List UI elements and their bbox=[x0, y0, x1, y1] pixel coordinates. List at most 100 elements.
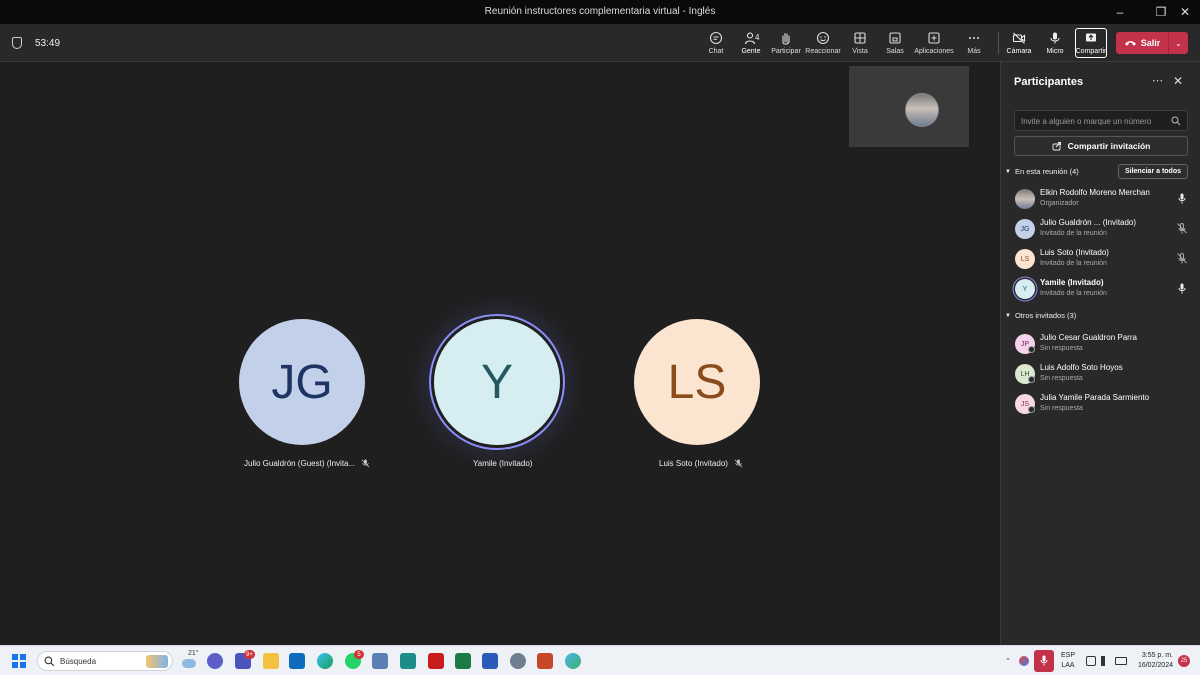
close-icon[interactable]: ✕ bbox=[1173, 74, 1183, 88]
invitee-status: Sin respuesta bbox=[1040, 345, 1083, 352]
rooms-button[interactable]: Salas bbox=[875, 27, 915, 59]
language-indicator[interactable]: ESP LAA bbox=[1060, 651, 1076, 671]
view-button[interactable]: Vista bbox=[840, 27, 880, 59]
close-window-button[interactable]: ✕ bbox=[1165, 0, 1200, 24]
invite-input[interactable] bbox=[1021, 114, 1169, 128]
emoji-icon bbox=[816, 31, 830, 45]
tile-initials: Y bbox=[480, 355, 513, 409]
participant-name: Julio Gualdrón ... (Invitado) bbox=[1040, 218, 1137, 227]
participant-name: Yamile (Invitado) bbox=[1040, 278, 1104, 287]
share-screen-icon bbox=[1086, 33, 1096, 42]
meeting-timer: 53:49 bbox=[35, 38, 61, 49]
word-icon[interactable] bbox=[482, 653, 498, 669]
participant-row[interactable]: LS Luis Soto (Invitado) Invitado de la r… bbox=[1013, 245, 1193, 273]
more-options-icon[interactable]: ⋯ bbox=[1152, 74, 1164, 87]
in-meeting-header-text: En esta reunión (4) bbox=[1014, 167, 1079, 176]
invitee-row[interactable]: JS Julia Yamile Parada Sarmiento Sin res… bbox=[1013, 390, 1193, 418]
raise-hand-button[interactable]: Participar bbox=[766, 27, 806, 59]
raise-hand-icon bbox=[782, 32, 790, 45]
chevron-up-icon[interactable]: ⌃ bbox=[1005, 646, 1011, 675]
teams-meeting-window: Reunión instructores complementaria virt… bbox=[0, 0, 1200, 675]
self-avatar bbox=[905, 93, 939, 127]
mic-off-icon bbox=[361, 459, 370, 468]
participant-row[interactable]: JG Julio Gualdrón ... (Invitado) Invitad… bbox=[1013, 215, 1193, 243]
mic-in-use-icon[interactable] bbox=[1034, 650, 1054, 672]
react-button[interactable]: Reaccionar bbox=[803, 27, 843, 59]
participant-tile-ls[interactable]: LS bbox=[634, 319, 760, 445]
acrobat-icon[interactable] bbox=[428, 653, 444, 669]
file-explorer-icon[interactable] bbox=[263, 653, 279, 669]
people-count: 4 bbox=[755, 33, 760, 42]
clock-date: 16/02/2024 bbox=[1137, 662, 1173, 669]
teams-badge: 9+ bbox=[244, 650, 255, 659]
more-button[interactable]: Más bbox=[954, 27, 994, 59]
minimize-button[interactable]: – bbox=[1100, 0, 1140, 24]
participant-row[interactable]: Y Yamile (Invitado) Invitado de la reuni… bbox=[1013, 275, 1193, 303]
shield-icon bbox=[12, 37, 22, 49]
apps-button[interactable]: Aplicaciones bbox=[914, 27, 954, 59]
microphone-label: Micro bbox=[1046, 48, 1064, 55]
network-app-icon[interactable] bbox=[372, 653, 388, 669]
windows-start-icon[interactable] bbox=[12, 654, 26, 668]
self-view-tile[interactable] bbox=[849, 66, 969, 147]
battery-icon[interactable] bbox=[1115, 657, 1127, 665]
apps-plus-icon bbox=[928, 32, 940, 44]
rooms-icon bbox=[889, 32, 901, 44]
avatar: LS bbox=[1015, 249, 1035, 269]
meet-now-icon[interactable] bbox=[207, 653, 223, 669]
tray-app-icon[interactable] bbox=[1019, 656, 1029, 666]
chevron-down-icon[interactable]: ⌄ bbox=[1169, 39, 1188, 48]
mute-all-button[interactable]: Silenciar a todos bbox=[1118, 164, 1188, 179]
more-label: Más bbox=[967, 48, 981, 55]
camera-button[interactable]: Cámara bbox=[999, 27, 1039, 59]
settings-gear-icon[interactable] bbox=[510, 653, 526, 669]
mic-off-icon bbox=[1177, 253, 1187, 264]
mic-off-icon bbox=[1177, 223, 1187, 234]
share-icon bbox=[1052, 142, 1061, 151]
weather-widget[interactable]: 21° bbox=[182, 650, 202, 670]
screen-app-icon[interactable] bbox=[400, 653, 416, 669]
language-line2: LAA bbox=[1061, 662, 1075, 669]
avatar: JG bbox=[1015, 219, 1035, 239]
invite-field[interactable] bbox=[1014, 110, 1188, 131]
powerpoint-icon[interactable] bbox=[537, 653, 553, 669]
search-highlight-icon bbox=[146, 655, 168, 668]
leave-button[interactable]: Salir ⌄ bbox=[1116, 32, 1188, 54]
rooms-label: Salas bbox=[886, 48, 904, 55]
browser-app-icon[interactable] bbox=[565, 653, 581, 669]
microphone-icon bbox=[1040, 655, 1048, 666]
participant-row[interactable]: Elkin Rodolfo Moreno Merchan Organizador bbox=[1013, 185, 1193, 213]
video-stage: JG Julio Gualdrón (Guest) (Invita... Y Y… bbox=[0, 62, 1000, 645]
wifi-icon[interactable] bbox=[1086, 656, 1096, 666]
clock-time: 3:55 p. m. bbox=[1141, 652, 1173, 659]
window-title: Reunión instructores complementaria virt… bbox=[484, 6, 716, 17]
share-invitation-button[interactable]: Compartir invitación bbox=[1014, 136, 1188, 156]
participant-tile-jg[interactable]: JG bbox=[239, 319, 365, 445]
invitee-name: Julia Yamile Parada Sarmiento bbox=[1040, 393, 1150, 402]
microphone-button[interactable]: Micro bbox=[1035, 27, 1075, 59]
invitee-row[interactable]: LH Luis Adolfo Soto Hoyos Sin respuesta bbox=[1013, 360, 1193, 388]
excel-icon[interactable] bbox=[455, 653, 471, 669]
notification-badge[interactable]: 25 bbox=[1178, 655, 1190, 667]
participant-tile-name: Yamile (Invitado) bbox=[473, 459, 532, 468]
edge-browser-icon[interactable] bbox=[317, 653, 333, 669]
taskbar-clock[interactable]: 3:55 p. m. 16/02/2024 bbox=[1133, 651, 1173, 671]
taskbar-search[interactable]: Búsqueda bbox=[37, 651, 173, 671]
participant-tile-y[interactable]: Y bbox=[434, 319, 560, 445]
people-button[interactable]: Gente bbox=[731, 27, 771, 59]
leave-label: Salir bbox=[1140, 38, 1161, 48]
participant-role: Invitado de la reunión bbox=[1040, 260, 1107, 267]
chat-icon bbox=[709, 31, 723, 45]
speaker-icon[interactable] bbox=[1101, 656, 1109, 666]
chat-button[interactable]: Chat bbox=[696, 27, 736, 59]
share-screen-content: Compartir bbox=[1071, 27, 1111, 59]
raise-hand-label: Participar bbox=[771, 48, 801, 55]
camera-off-icon bbox=[1012, 32, 1026, 44]
tile-initials: LS bbox=[667, 355, 727, 409]
leave-main[interactable]: Salir bbox=[1116, 32, 1168, 54]
others-section-header[interactable]: ▼ Otros invitados (3) bbox=[1005, 311, 1076, 320]
invitee-row[interactable]: JP Julio Cesar Gualdron Parra Sin respue… bbox=[1013, 330, 1193, 358]
in-meeting-section-header[interactable]: ▼ En esta reunión (4) bbox=[1005, 167, 1079, 176]
outlook-icon[interactable] bbox=[289, 653, 305, 669]
language-line1: ESP bbox=[1060, 652, 1075, 659]
